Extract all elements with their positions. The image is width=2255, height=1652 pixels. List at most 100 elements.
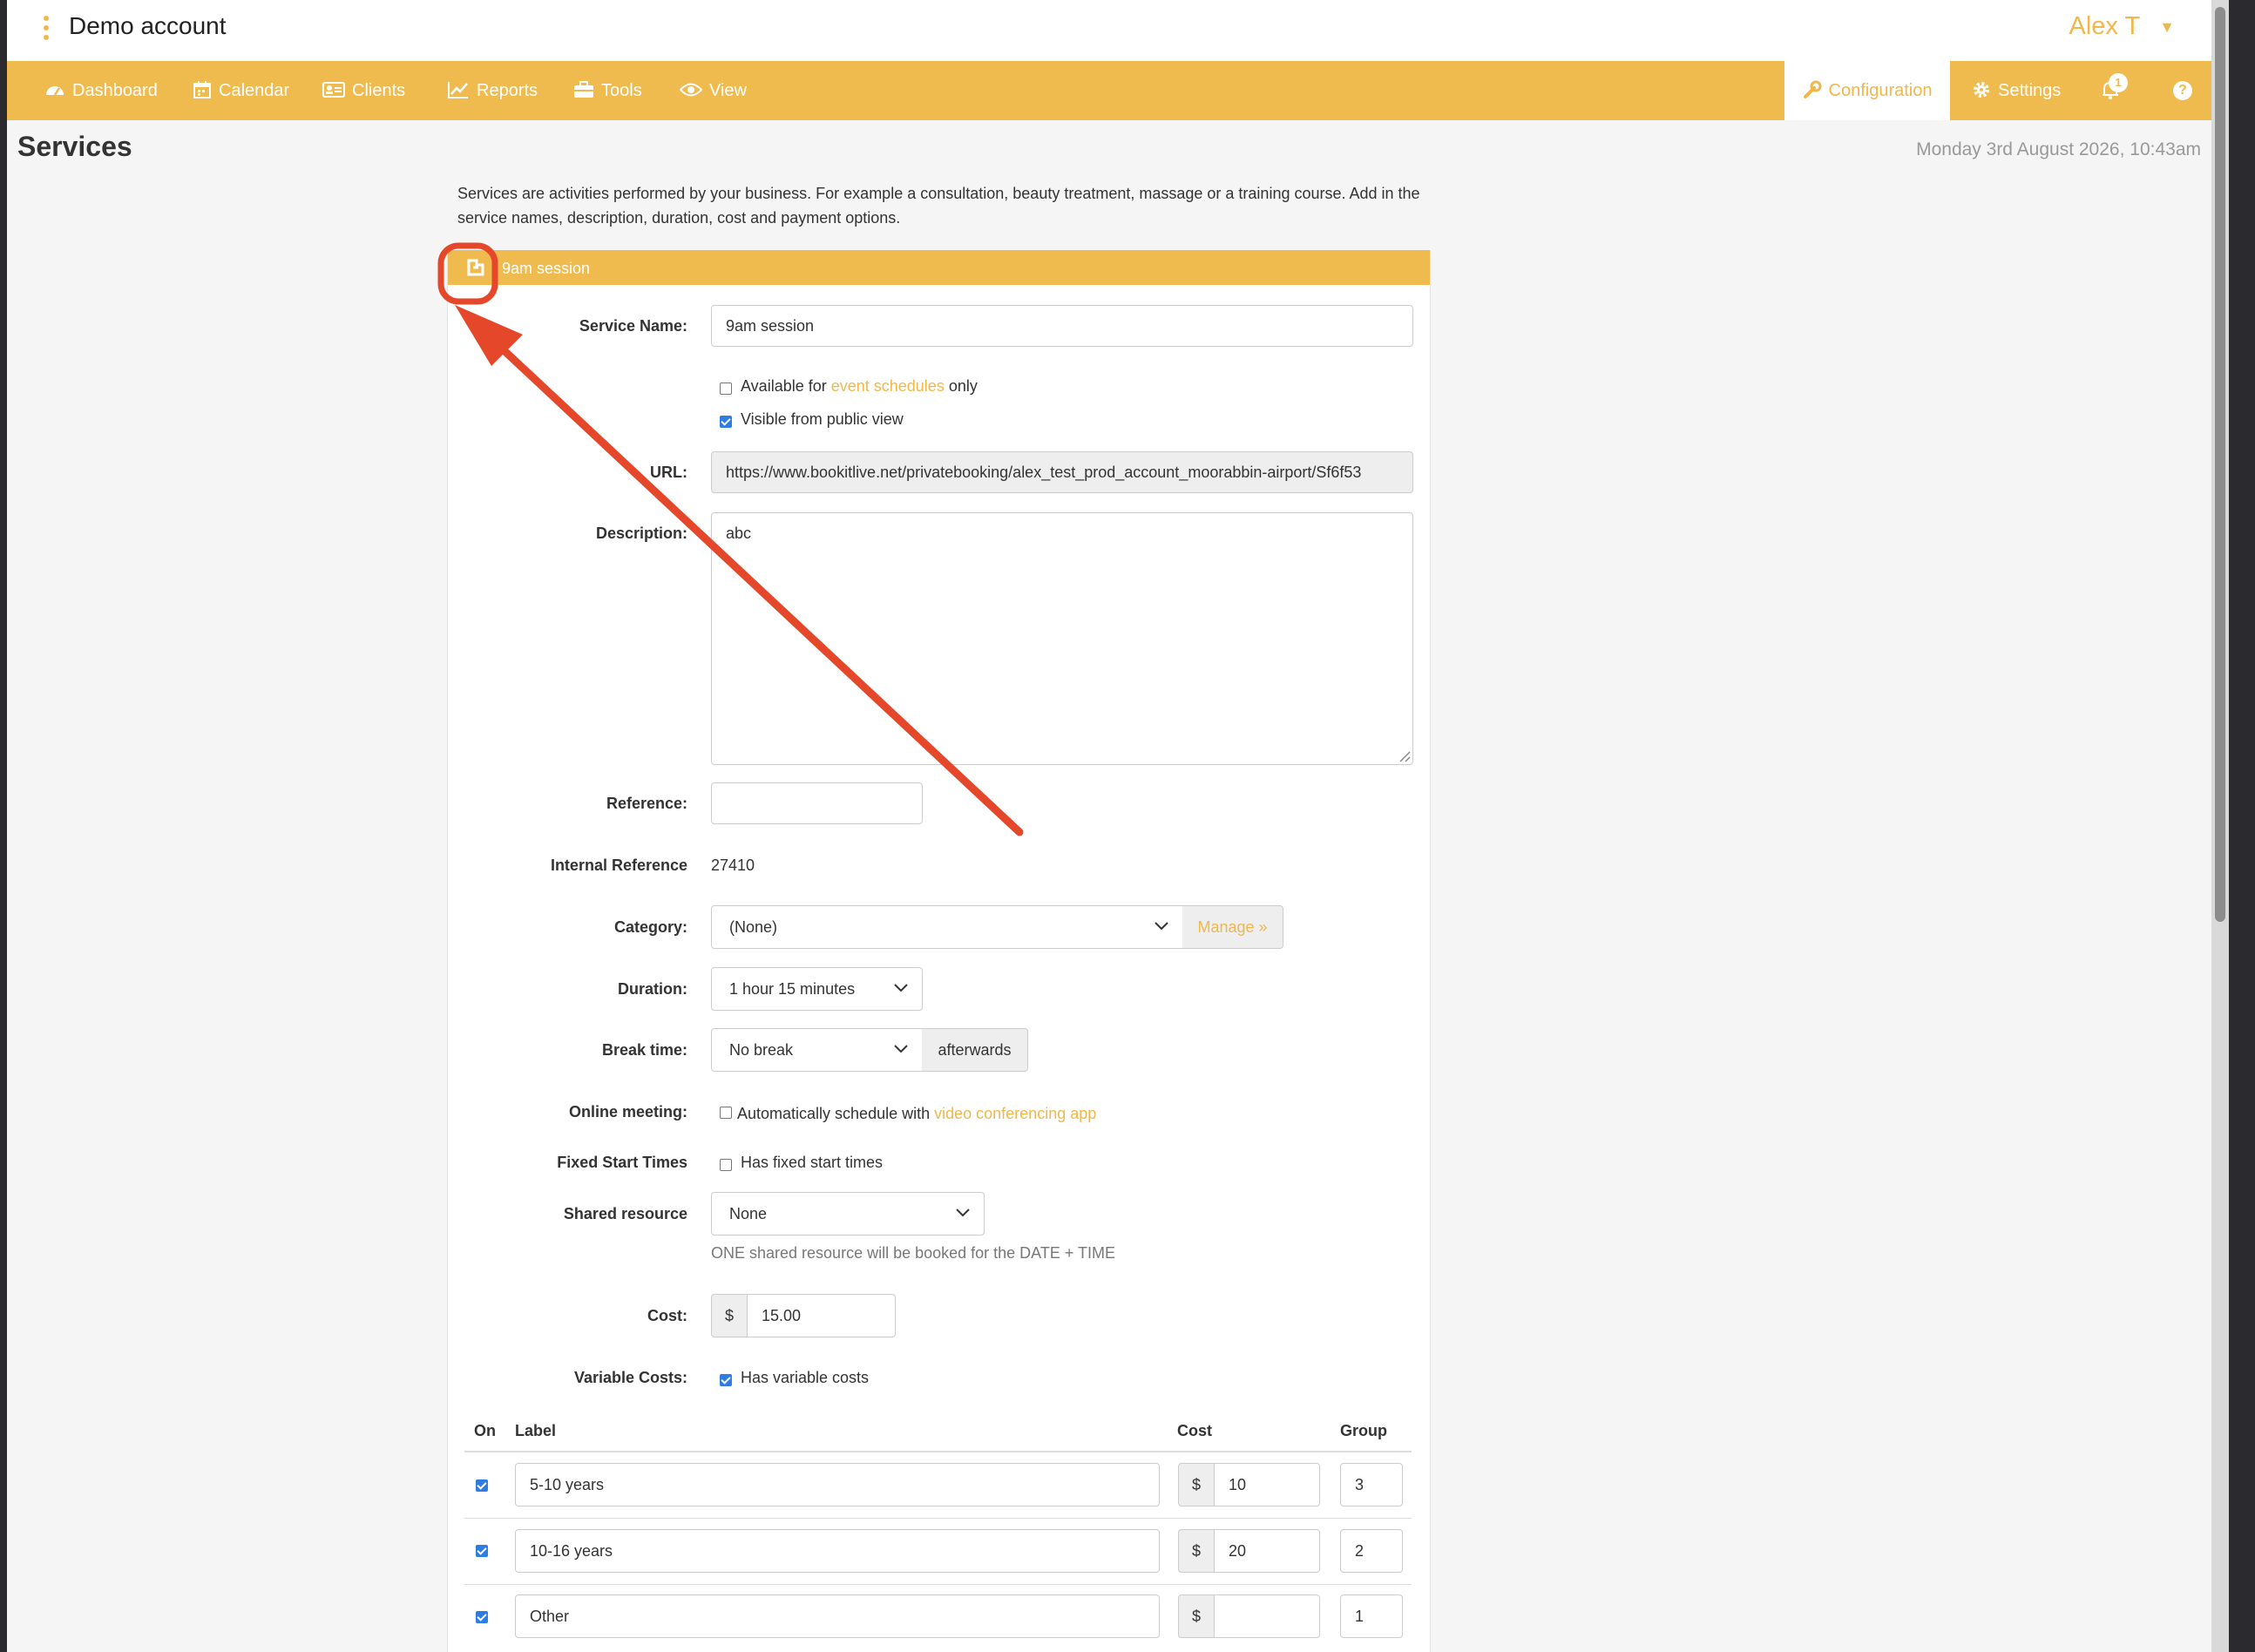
wrench-icon: [1803, 80, 1822, 98]
nav-settings[interactable]: Settings: [1972, 61, 2061, 120]
service-panel: 9am session Service Name: 9am session Av…: [447, 250, 1431, 1652]
nav-view[interactable]: View: [679, 61, 747, 120]
event-schedules-link[interactable]: event schedules: [831, 377, 945, 395]
row-on-checkbox[interactable]: [476, 1611, 488, 1623]
reference-input[interactable]: [711, 782, 923, 824]
online-meeting-prefix: Automatically schedule with: [737, 1105, 935, 1122]
row-on-checkbox[interactable]: [476, 1545, 488, 1557]
page-scrollbar[interactable]: [2211, 0, 2229, 1652]
row-group-input[interactable]: 3: [1340, 1463, 1403, 1506]
event-only-checkbox[interactable]: [720, 383, 732, 395]
shared-resource-select[interactable]: None: [711, 1192, 985, 1236]
url-label: URL:: [650, 464, 687, 481]
duration-select[interactable]: 1 hour 15 minutes: [711, 967, 923, 1011]
nav-configuration[interactable]: Configuration: [1784, 61, 1950, 120]
nav-label: Configuration: [1828, 81, 1933, 100]
cost-label: Cost:: [647, 1307, 687, 1324]
col-cost-header: Cost: [1177, 1422, 1212, 1439]
row-currency: $: [1178, 1463, 1215, 1506]
nav-label: Clients: [352, 81, 406, 100]
variable-costs-checkbox[interactable]: [720, 1374, 732, 1386]
break-time-select[interactable]: No break: [711, 1028, 923, 1072]
duration-value: 1 hour 15 minutes: [729, 980, 856, 998]
page-datetime: Monday 3rd August 2026, 10:43am: [1916, 139, 2201, 159]
nav-label: View: [709, 81, 747, 100]
panel-header[interactable]: 9am session: [448, 250, 1430, 285]
row-cost-input[interactable]: [1214, 1594, 1320, 1638]
nav-clients[interactable]: Clients: [322, 61, 405, 120]
account-name[interactable]: Demo account: [69, 12, 227, 40]
event-only-suffix: only: [944, 377, 978, 395]
nav-tools[interactable]: Tools: [573, 61, 642, 120]
visible-checkbox[interactable]: [720, 416, 732, 428]
fixed-start-checkbox[interactable]: [720, 1159, 732, 1171]
category-select[interactable]: (None): [711, 905, 1183, 949]
collapse-icon[interactable]: [465, 257, 486, 278]
scrollbar-thumb[interactable]: [2215, 7, 2225, 922]
break-time-label: Break time:: [601, 1041, 687, 1059]
service-name-input[interactable]: 9am session: [711, 305, 1413, 347]
user-menu[interactable]: Alex T ▼: [2069, 12, 2176, 41]
variable-costs-label: Variable Costs:: [573, 1369, 687, 1386]
online-meeting-checkbox[interactable]: [720, 1107, 732, 1119]
caret-down-icon: ▼: [2159, 17, 2175, 36]
nav-label: Tools: [601, 81, 642, 100]
row-group-input[interactable]: 2: [1340, 1529, 1403, 1573]
row-group-input[interactable]: 1: [1340, 1594, 1403, 1638]
row-cost-input[interactable]: 10: [1214, 1463, 1320, 1506]
nav-label: Dashboard: [72, 81, 158, 100]
nav-calendar[interactable]: Calendar: [193, 61, 289, 120]
shared-resource-label: Shared resource: [563, 1205, 687, 1222]
cost-input[interactable]: 15.00: [747, 1294, 896, 1337]
category-value: (None): [729, 918, 778, 936]
user-name: Alex T: [2069, 12, 2141, 40]
online-meeting-text: Automatically schedule with video confer…: [737, 1105, 1096, 1123]
fixed-start-text: Has fixed start times: [741, 1154, 884, 1171]
nav-label: Settings: [1998, 81, 2062, 100]
chevron-down-icon: [894, 1045, 908, 1053]
shared-resource-value: None: [729, 1205, 768, 1222]
internal-reference-value: 27410: [711, 856, 755, 874]
chevron-down-icon: [894, 984, 908, 992]
row-divider: [464, 1518, 1412, 1519]
top-bar: Demo account Alex T ▼: [7, 0, 2211, 61]
event-only-label: Available for event schedules only: [741, 377, 978, 396]
page-intro: Services are activities performed by you…: [457, 185, 1420, 227]
row-label-input[interactable]: Other: [515, 1594, 1160, 1638]
clients-icon: [322, 81, 345, 98]
calendar-icon: [193, 80, 211, 98]
row-label-input[interactable]: 10-16 years: [515, 1529, 1160, 1573]
duration-label: Duration:: [618, 980, 687, 998]
nav-dashboard[interactable]: Dashboard: [44, 61, 158, 120]
nav-label: Reports: [477, 81, 538, 100]
menu-kebab-icon[interactable]: [42, 16, 51, 45]
shared-resource-help: ONE shared resource will be booked for t…: [711, 1244, 1116, 1262]
break-time-value: No break: [729, 1041, 794, 1059]
visible-label: Visible from public view: [741, 410, 904, 428]
panel-title: 9am session: [502, 260, 591, 277]
manage-categories-link[interactable]: Manage »: [1182, 905, 1283, 949]
cost-currency: $: [711, 1294, 748, 1337]
resize-handle-icon[interactable]: [1398, 750, 1411, 762]
eye-icon: [679, 83, 703, 97]
description-text: abc: [726, 525, 752, 542]
video-conferencing-link[interactable]: video conferencing app: [934, 1105, 1096, 1122]
row-label-input[interactable]: 5-10 years: [515, 1463, 1160, 1506]
briefcase-icon: [574, 80, 593, 98]
dashboard-icon: [46, 85, 64, 96]
row-cost-input[interactable]: 20: [1214, 1529, 1320, 1573]
main-nav: Dashboard Calendar Clients Reports Tools…: [7, 61, 2211, 120]
nav-reports[interactable]: Reports: [447, 61, 538, 120]
row-on-checkbox[interactable]: [476, 1479, 488, 1492]
event-only-prefix: Available for: [741, 377, 831, 395]
category-label: Category:: [613, 918, 687, 936]
nav-label: Calendar: [219, 81, 290, 100]
help-icon[interactable]: ?: [2173, 81, 2192, 100]
col-group-header: Group: [1340, 1422, 1387, 1439]
description-textarea[interactable]: abc: [711, 512, 1413, 765]
col-label-header: Label: [515, 1422, 557, 1439]
url-field[interactable]: https://www.bookitlive.net/privatebookin…: [711, 451, 1413, 493]
notification-badge: 1: [2109, 73, 2128, 92]
chart-line-icon: [448, 81, 468, 98]
browser-window: Demo account Alex T ▼ Dashboard Calendar …: [7, 0, 2211, 1652]
